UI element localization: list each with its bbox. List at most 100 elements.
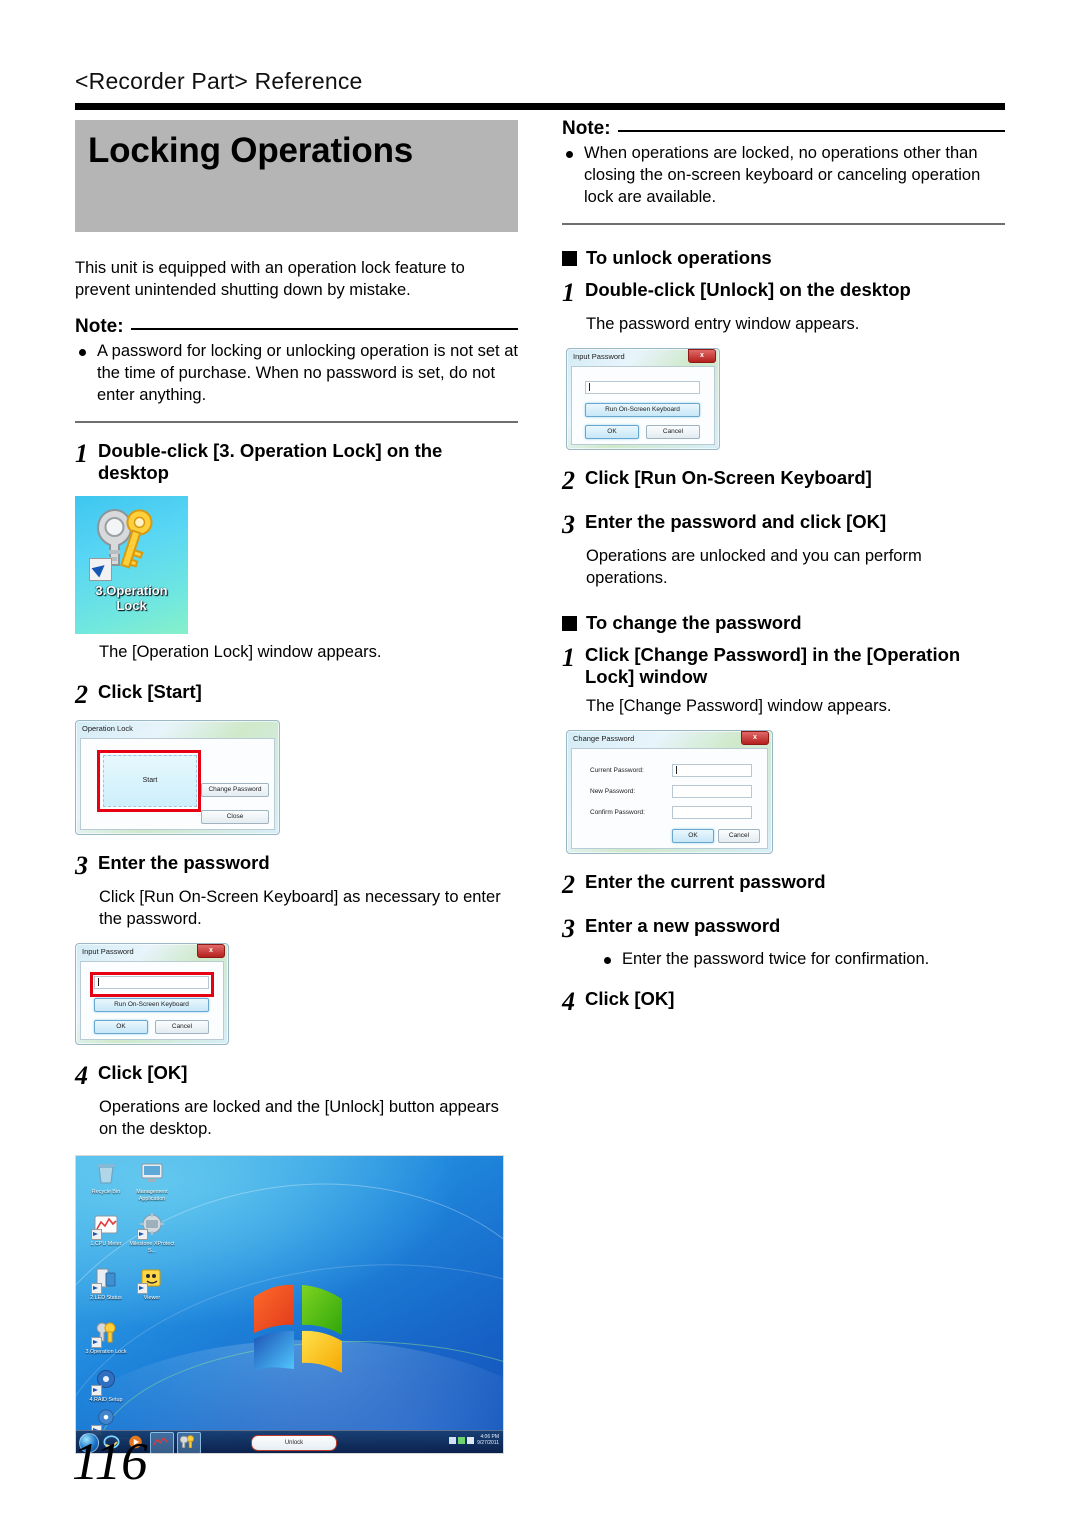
change-password-button[interactable]: Change Password <box>201 783 269 797</box>
section-divider <box>562 222 1005 225</box>
page-number: 116 <box>72 1433 148 1491</box>
left-step-3-result: Click [Run On-Screen Keyboard] as necess… <box>99 888 501 928</box>
dialog-titlebar: Operation Lock <box>76 721 279 736</box>
step-text: Click [Start] <box>98 681 202 702</box>
left-step-1: 1 Double-click [3. Operation Lock] on th… <box>75 440 518 484</box>
section-heading-change-password: To change the password <box>562 612 1005 634</box>
dialog-client-area: Current Password: New Password: Confirm … <box>571 747 768 849</box>
tray-volume-icon[interactable] <box>466 1437 474 1444</box>
cpu-meter-icon <box>91 1212 121 1240</box>
intro-paragraph: This unit is equipped with an operation … <box>75 259 465 299</box>
left-step-2: 2 Click [Start] <box>75 681 518 708</box>
unlock-button[interactable]: Unlock <box>251 1434 337 1451</box>
note-label: Note: <box>75 315 124 337</box>
right-column: Note: When operations are locked, no ope… <box>562 118 1005 1015</box>
ok-button[interactable]: OK <box>94 1019 148 1034</box>
desktop-icon-recycle-bin[interactable]: Recycle Bin <box>80 1160 132 1196</box>
confirm-password-input[interactable] <box>672 805 752 819</box>
tray-shield-icon[interactable] <box>457 1437 465 1444</box>
dialog-title: Input Password <box>573 351 625 361</box>
close-icon[interactable]: x <box>741 730 769 745</box>
close-button[interactable]: Close <box>201 810 269 824</box>
run-on-screen-keyboard-button[interactable]: Run On-Screen Keyboard <box>585 402 700 417</box>
dialog-titlebar: Input Password x <box>567 348 719 364</box>
step-number: 3 <box>75 851 88 880</box>
section-divider <box>75 420 518 423</box>
windows-logo <box>254 1284 342 1373</box>
ok-button[interactable]: OK <box>585 424 639 439</box>
close-icon[interactable]: x <box>197 943 225 958</box>
left-note-header: Note: <box>75 316 518 338</box>
step-text: Enter the password and click [OK] <box>585 510 887 532</box>
taskbar-operation-lock-button[interactable] <box>177 1431 201 1453</box>
viewer-icon <box>137 1266 167 1294</box>
highlight-box <box>97 750 201 812</box>
password-input[interactable] <box>585 380 700 394</box>
dialog-titlebar: Change Password x <box>567 730 772 746</box>
note-label: Note: <box>562 118 611 139</box>
ok-button[interactable]: OK <box>672 828 714 843</box>
left-step-3: 3 Enter the password <box>75 852 518 879</box>
unlock-step-3-result: Operations are unlocked and you can perf… <box>586 546 922 587</box>
run-on-screen-keyboard-button[interactable]: Run On-Screen Keyboard <box>94 997 209 1012</box>
desktop-icon-operation-lock[interactable]: 3.Operation Lock <box>80 1320 132 1356</box>
operation-lock-keys-icon <box>91 1320 121 1348</box>
taskbar-cpu-meter-button[interactable] <box>150 1431 174 1453</box>
desktop-icon-management-application[interactable]: Management Application <box>126 1160 178 1203</box>
cancel-button[interactable]: Cancel <box>646 424 700 439</box>
desktop-icon-label: 4.RAID Setup <box>89 1396 123 1403</box>
left-step-1-result: The [Operation Lock] window appears. <box>99 643 382 662</box>
desktop-icon-led-status[interactable]: 2.LED Status <box>80 1266 132 1302</box>
left-step-4-result: Operations are locked and the [Unlock] b… <box>99 1097 499 1138</box>
tray-icons[interactable] <box>448 1437 477 1444</box>
right-note-list: When operations are locked, no operation… <box>562 143 1005 209</box>
change-step-1-result: The [Change Password] window appears. <box>586 697 892 715</box>
step-text: Double-click [3. Operation Lock] on the … <box>98 439 443 483</box>
step-number: 2 <box>562 869 575 899</box>
raid-setup-icon <box>91 1368 121 1396</box>
desktop-icon-raid-setup[interactable]: 4.RAID Setup <box>80 1368 132 1404</box>
dialog-title: Change Password <box>573 733 635 743</box>
desktop-icon-label: Recycle Bin <box>91 1188 121 1195</box>
desktop-icon-label-line2: Lock <box>116 598 147 613</box>
desktop-icon-viewer[interactable]: Viewer <box>126 1266 178 1302</box>
step-text: Click [Run On-Screen Keyboard] <box>585 466 872 488</box>
desktop-icon-label: 3.Operation Lock <box>75 583 188 614</box>
header-rule <box>75 103 1005 110</box>
desktop-icon-milestone-xprotect[interactable]: Milestone XProtect S... <box>126 1212 178 1255</box>
system-tray: 4:06 PM 9/27/2011 <box>448 1433 499 1453</box>
change-step-1: 1 Click [Change Password] in the [Operat… <box>562 644 1005 688</box>
taskbar-clock-date[interactable]: 9/27/2011 <box>477 1440 499 1446</box>
step-number: 2 <box>75 680 88 709</box>
milestone-xprotect-icon <box>137 1212 167 1240</box>
dialog-titlebar: Input Password x <box>76 943 228 959</box>
close-icon[interactable]: x <box>688 348 716 363</box>
cancel-button[interactable]: Cancel <box>718 828 760 843</box>
new-password-label: New Password: <box>590 787 636 795</box>
operation-lock-dialog-screenshot: Operation Lock Start Change Password Clo… <box>75 720 280 835</box>
left-step-4: 4 Click [OK] <box>75 1062 518 1089</box>
chapter-title-band: Locking Operations <box>75 120 518 232</box>
management-application-icon <box>137 1160 167 1188</box>
new-password-input[interactable] <box>672 784 752 798</box>
step-number: 4 <box>75 1060 88 1090</box>
desktop-icon-cpu-meter[interactable]: 1.CPU Meter <box>80 1212 132 1248</box>
step-text: Click [OK] <box>585 987 675 1009</box>
step-number: 3 <box>562 509 575 539</box>
step-number: 1 <box>75 438 88 468</box>
unlock-step-2: 2 Click [Run On-Screen Keyboard] <box>562 467 1005 494</box>
running-head: <Recorder Part> Reference <box>75 68 363 94</box>
current-password-input[interactable] <box>672 763 752 777</box>
desktop-icon-label: 3.Operation Lock <box>85 1348 127 1355</box>
cancel-button[interactable]: Cancel <box>155 1019 209 1034</box>
change-step-3: 3 Enter a new password <box>562 915 1005 942</box>
step-text: Click [OK] <box>98 1061 188 1083</box>
recycle-bin-icon <box>91 1160 121 1188</box>
step-number: 1 <box>562 642 575 672</box>
tray-network-icon[interactable] <box>448 1437 456 1444</box>
unlock-step-1-result: The password entry window appears. <box>586 314 860 333</box>
input-password-dialog-screenshot-left: Input Password x Run On-Screen Keyboard … <box>75 942 229 1045</box>
section-heading-text: To change the password <box>586 611 802 633</box>
square-bullet-icon <box>562 250 577 266</box>
shortcut-arrow-icon <box>91 1384 102 1396</box>
